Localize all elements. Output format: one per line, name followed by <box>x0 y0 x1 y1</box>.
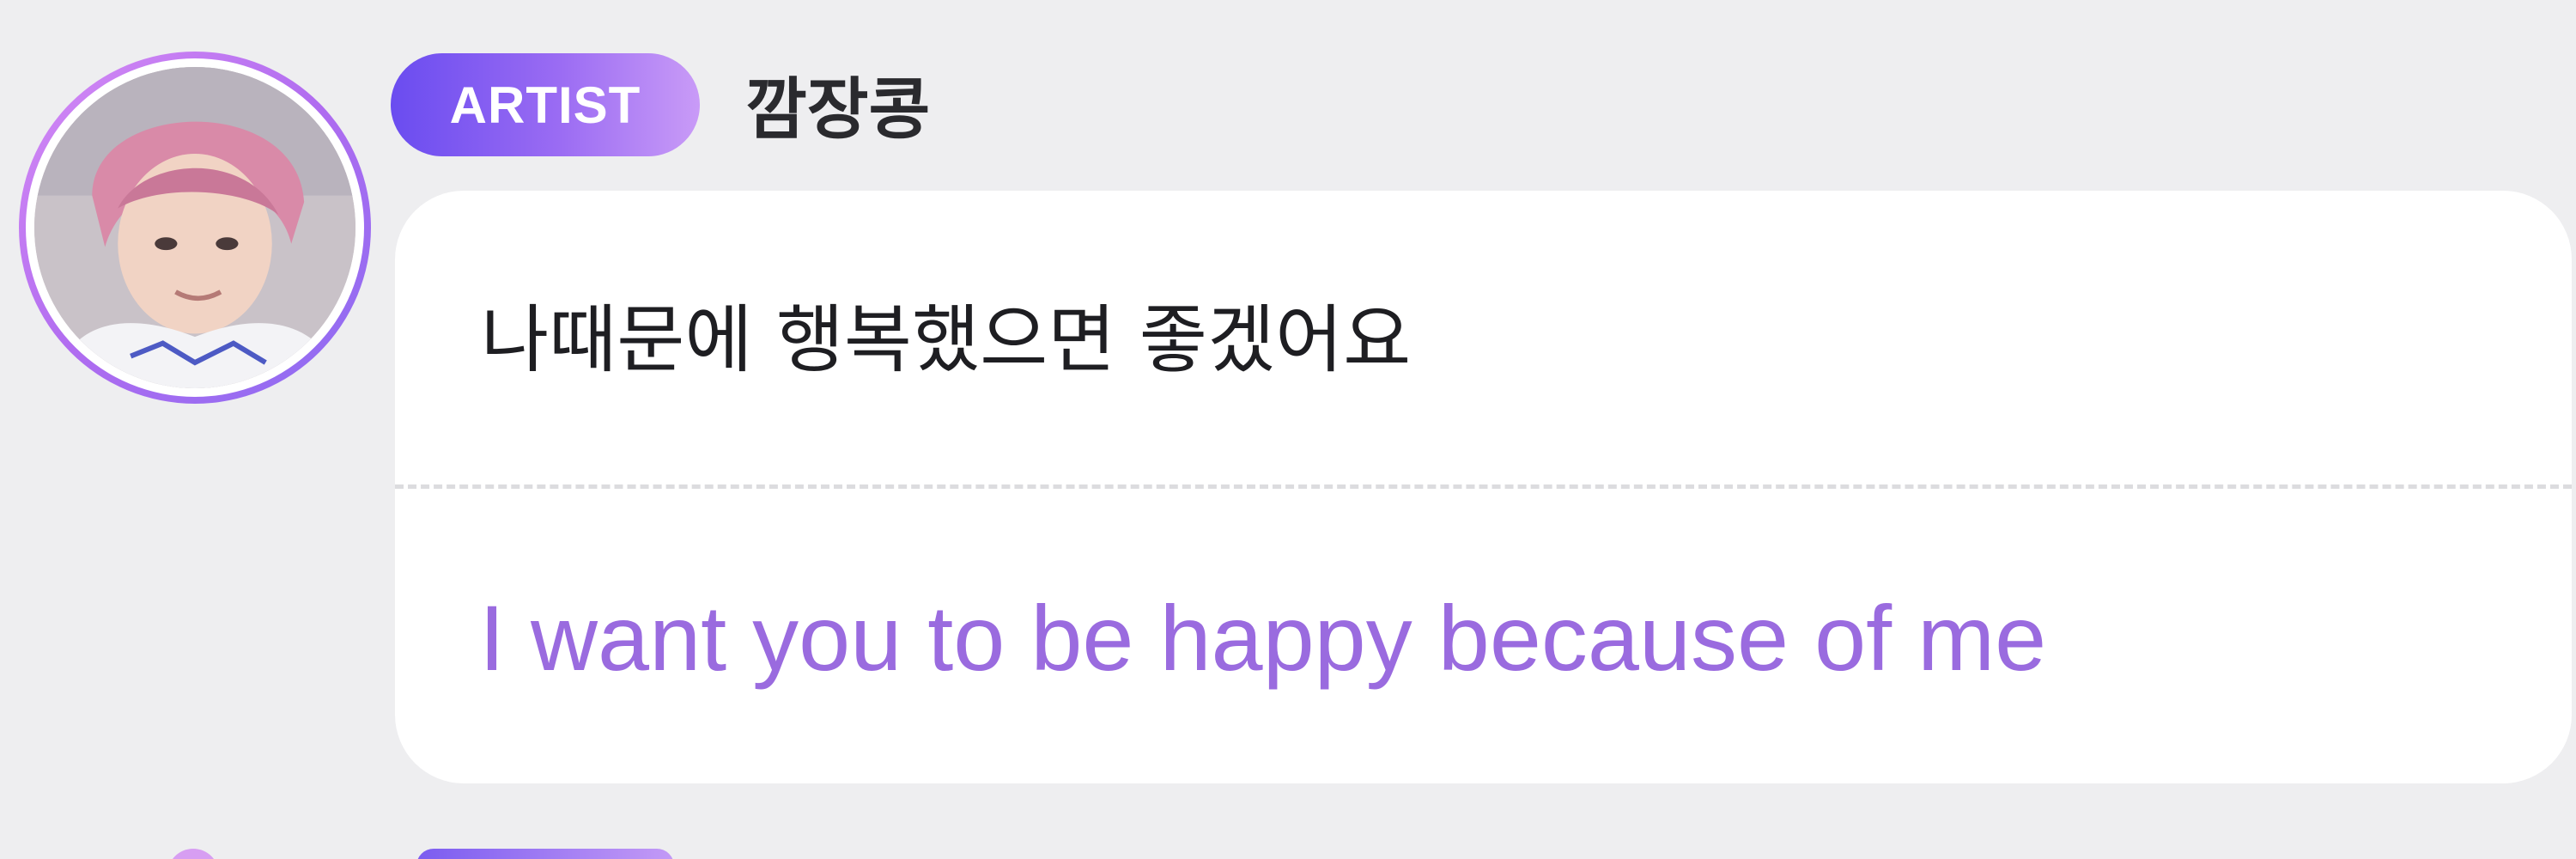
author-name[interactable]: 깜장콩 <box>745 48 930 160</box>
artist-badge: ARTIST <box>391 53 700 156</box>
artist-avatar[interactable] <box>19 52 371 404</box>
original-message-text: 나때문에 행복했으면 좋겠어요 <box>481 296 1412 383</box>
chat-screen: ARTIST 깜장콩 나때문에 행복했으면 좋겠어요 I want you to… <box>0 0 2576 859</box>
avatar-portrait-icon <box>34 67 355 388</box>
next-message-badge <box>416 849 674 859</box>
next-message-avatar[interactable] <box>167 849 219 859</box>
translated-message-text: I want you to be happy because of me <box>479 585 2047 690</box>
translation-divider <box>395 484 2572 489</box>
message-bubble[interactable]: 나때문에 행복했으면 좋겠어요 I want you to be happy b… <box>395 191 2572 783</box>
avatar-photo <box>34 67 355 388</box>
